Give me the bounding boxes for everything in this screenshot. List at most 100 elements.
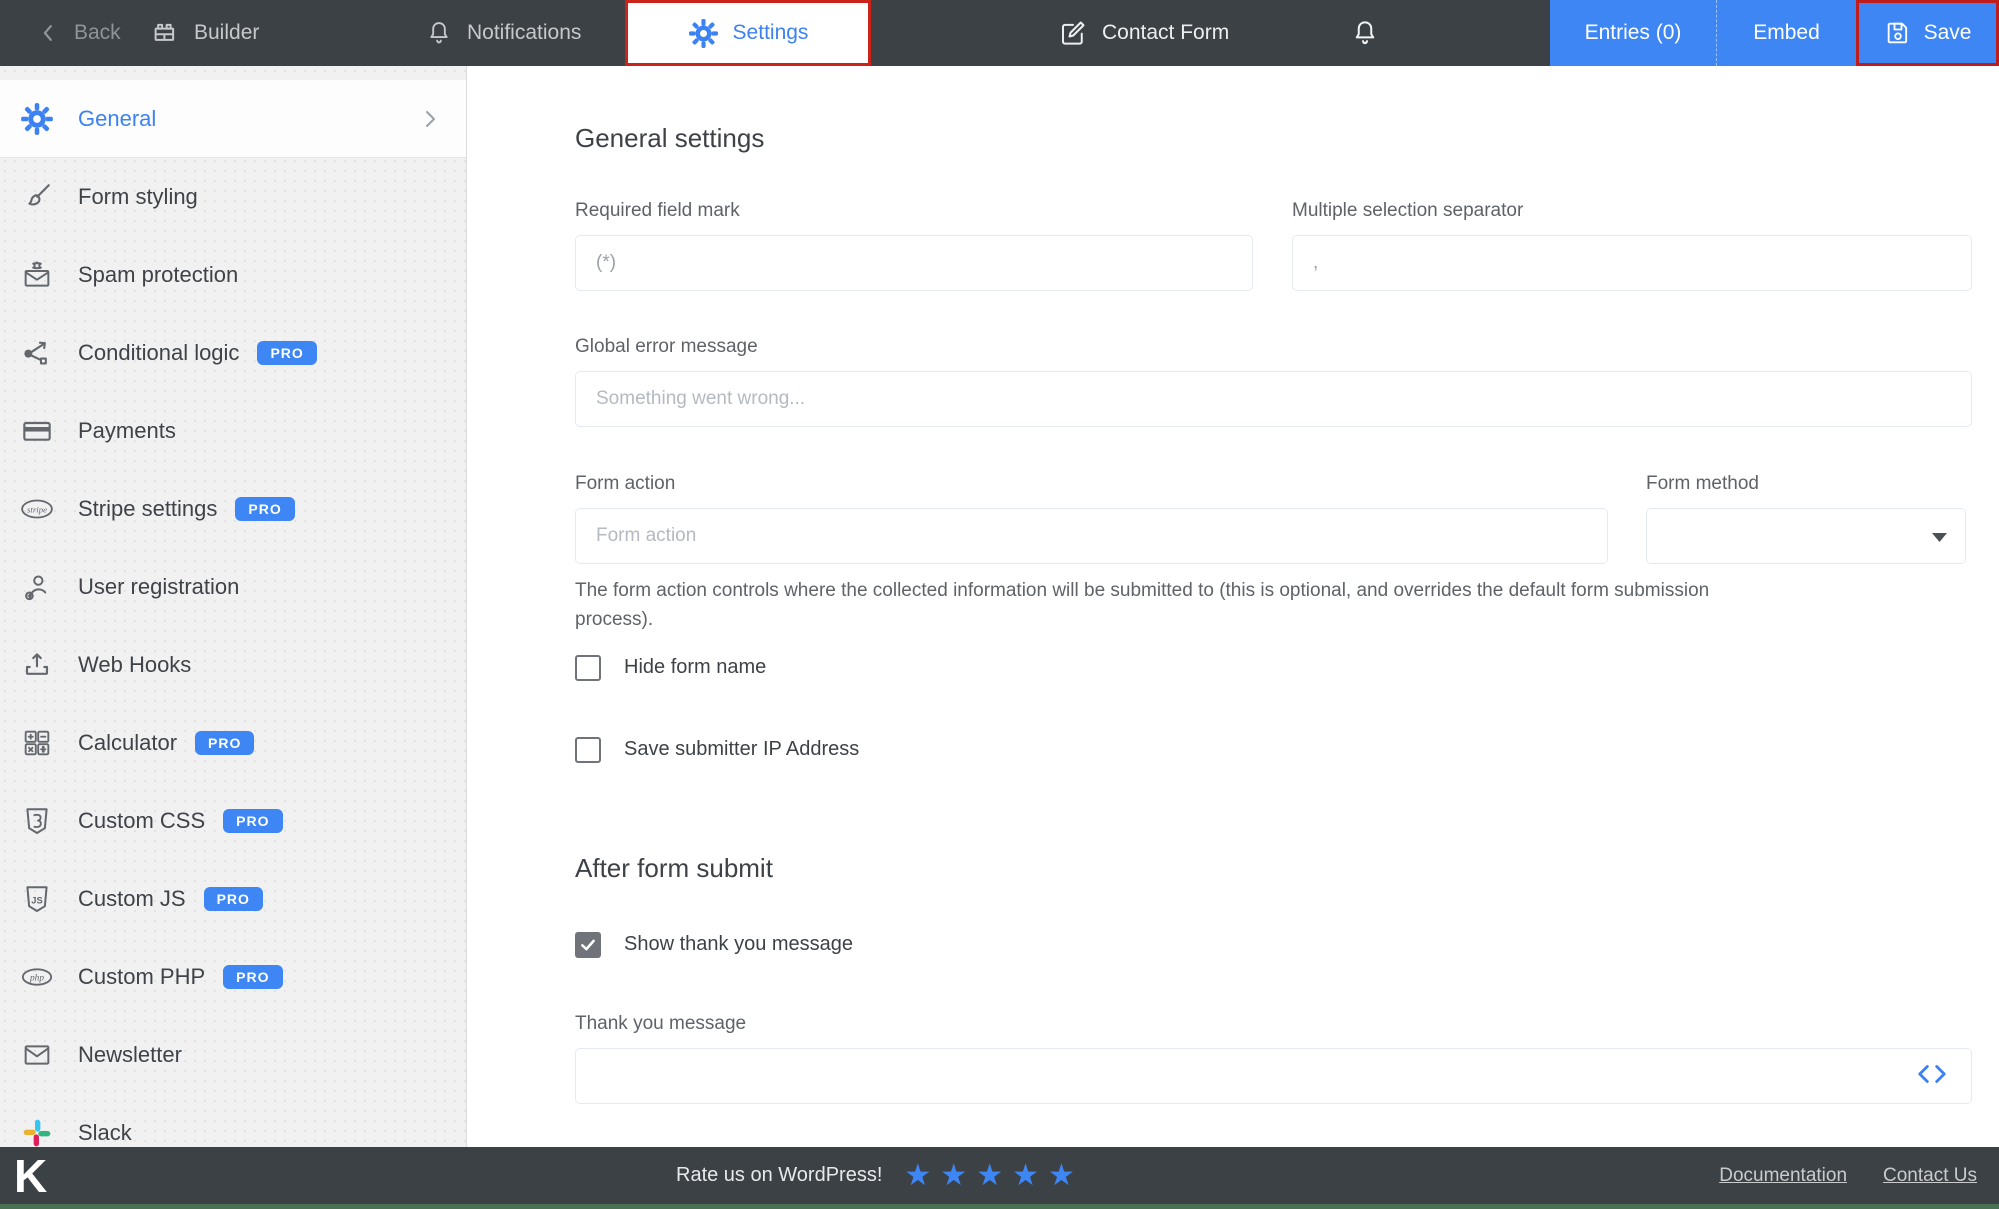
sidebar-item-label: Custom PHP [78, 964, 205, 990]
thank-you-message-label: Thank you message [575, 1013, 1972, 1035]
pro-badge: PRO [195, 731, 254, 755]
sidebar-item-label: Conditional logic [78, 340, 239, 366]
hide-form-name-checkbox[interactable] [575, 655, 601, 681]
settings-tab[interactable]: Settings [625, 0, 871, 66]
required-field-mark-input[interactable] [575, 235, 1253, 291]
calculator-icon [20, 726, 54, 760]
sidebar-item-custom-css[interactable]: Custom CSS PRO [0, 782, 466, 860]
sidebar-item-label: Slack [78, 1120, 132, 1146]
sidebar-item-user-registration[interactable]: User registration [0, 548, 466, 626]
slack-logo-icon [20, 1116, 54, 1147]
checkmark-icon [579, 936, 597, 954]
back-button[interactable]: Back [38, 0, 121, 66]
kali-forms-logo: K [14, 1149, 47, 1203]
top-bar: Back Builder Notifications [0, 0, 1999, 66]
notifications-tab[interactable]: Notifications [425, 0, 581, 66]
stripe-logo-icon: stripe [20, 492, 54, 526]
star-icon[interactable]: ★ [940, 1161, 967, 1191]
sidebar-item-spam-protection[interactable]: Spam protection [0, 236, 466, 314]
show-thank-you-label: Show thank you message [624, 933, 853, 956]
bell-icon [1350, 17, 1380, 49]
star-icon[interactable]: ★ [1048, 1161, 1075, 1191]
brick-icon [150, 18, 180, 48]
sidebar-item-web-hooks[interactable]: Web Hooks [0, 626, 466, 704]
star-icon[interactable]: ★ [904, 1161, 931, 1191]
page-title: General settings [575, 123, 1972, 154]
thank-you-message-input[interactable] [575, 1048, 1972, 1104]
sidebar-item-label: Spam protection [78, 262, 238, 288]
embed-button[interactable]: Embed [1716, 0, 1856, 66]
hide-form-name-label: Hide form name [624, 656, 766, 679]
save-ip-checkbox[interactable] [575, 737, 601, 763]
global-error-message-label: Global error message [575, 336, 1972, 358]
svg-text:stripe: stripe [27, 504, 47, 514]
back-label: Back [74, 21, 121, 45]
global-error-message-input[interactable] [575, 371, 1972, 427]
show-thank-you-checkbox[interactable] [575, 932, 601, 958]
form-method-select[interactable] [1646, 508, 1966, 564]
envelope-bug-icon [20, 258, 54, 292]
svg-text:php: php [29, 973, 44, 983]
topbar-bell-button[interactable] [1350, 0, 1380, 66]
sidebar-item-label: Web Hooks [78, 652, 191, 678]
sidebar-item-label: General [78, 106, 156, 132]
star-icon[interactable]: ★ [976, 1161, 1003, 1191]
form-title-label: Contact Form [1102, 21, 1229, 45]
save-ip-checkbox-row[interactable]: Save submitter IP Address [575, 737, 1972, 763]
sidebar-item-label: Form styling [78, 184, 198, 210]
show-thank-you-checkbox-row[interactable]: Show thank you message [575, 932, 1972, 958]
pro-badge: PRO [257, 341, 316, 365]
sidebar-item-slack[interactable]: Slack [0, 1094, 466, 1147]
chevron-right-icon [418, 104, 442, 134]
svg-text:JS: JS [31, 896, 42, 906]
paintbrush-icon [20, 180, 54, 214]
form-action-help-text: The form action controls where the colle… [575, 576, 1745, 635]
sidebar-item-label: Custom JS [78, 886, 186, 912]
after-form-submit-heading: After form submit [575, 853, 1972, 884]
star-icon[interactable]: ★ [1012, 1161, 1039, 1191]
user-plus-icon [20, 570, 54, 604]
documentation-link[interactable]: Documentation [1719, 1165, 1847, 1187]
required-field-mark-label: Required field mark [575, 200, 1253, 222]
code-icon[interactable] [1916, 1063, 1948, 1085]
footer-bar: K Rate us on WordPress! ★ ★ ★ ★ ★ Docume… [0, 1147, 1999, 1204]
builder-tab[interactable]: Builder [150, 0, 259, 66]
multiple-selection-separator-input[interactable] [1292, 235, 1972, 291]
envelope-icon [20, 1038, 54, 1072]
sidebar-item-form-styling[interactable]: Form styling [0, 158, 466, 236]
hide-form-name-checkbox-row[interactable]: Hide form name [575, 655, 1972, 681]
sidebar-item-label: Custom CSS [78, 808, 205, 834]
entries-button[interactable]: Entries (0) [1550, 0, 1716, 66]
upload-tray-icon [20, 648, 54, 682]
general-settings-panel: General settings Required field mark Mul… [468, 66, 1999, 1147]
sidebar-item-general[interactable]: General [0, 80, 466, 158]
bell-icon [425, 18, 453, 48]
pro-badge: PRO [235, 497, 294, 521]
floppy-disk-icon [1884, 19, 1912, 47]
form-title[interactable]: Contact Form [1058, 0, 1229, 66]
sidebar-item-stripe-settings[interactable]: stripe Stripe settings PRO [0, 470, 466, 548]
sidebar-item-newsletter[interactable]: Newsletter [0, 1016, 466, 1094]
chevron-down-icon [1932, 533, 1947, 542]
save-ip-label: Save submitter IP Address [624, 738, 859, 761]
form-method-label: Form method [1646, 473, 1966, 495]
sidebar-item-conditional-logic[interactable]: Conditional logic PRO [0, 314, 466, 392]
topbar-actions: Entries (0) Embed Save [1550, 0, 1999, 66]
sidebar-item-custom-js[interactable]: JS Custom JS PRO [0, 860, 466, 938]
sidebar-item-label: Newsletter [78, 1042, 182, 1068]
sidebar-item-payments[interactable]: Payments [0, 392, 466, 470]
js-shield-icon: JS [20, 882, 54, 916]
save-button[interactable]: Save [1856, 0, 1999, 66]
sidebar-item-label: Payments [78, 418, 176, 444]
pro-badge: PRO [204, 887, 263, 911]
sidebar-item-custom-php[interactable]: php Custom PHP PRO [0, 938, 466, 1016]
pro-badge: PRO [223, 965, 282, 989]
form-action-input[interactable] [575, 508, 1608, 564]
rating-stars: ★ ★ ★ ★ ★ [904, 1161, 1075, 1191]
settings-label: Settings [733, 21, 809, 45]
settings-sidebar: General Form styling Spam protection Con… [0, 66, 467, 1147]
sidebar-item-calculator[interactable]: Calculator PRO [0, 704, 466, 782]
gear-icon [688, 18, 719, 49]
contact-us-link[interactable]: Contact Us [1883, 1165, 1977, 1187]
notifications-label: Notifications [467, 21, 581, 45]
